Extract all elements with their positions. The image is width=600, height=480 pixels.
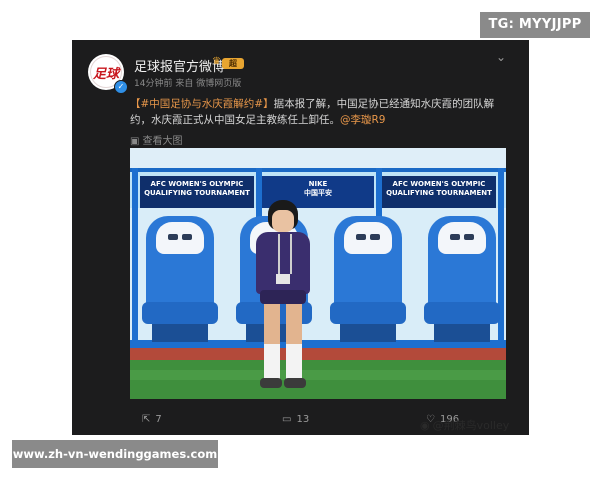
avatar-logo-text: 足球 xyxy=(92,67,119,82)
stand-roof xyxy=(130,148,506,168)
running-track xyxy=(130,348,506,360)
bench-seat xyxy=(326,216,410,344)
stand-beam xyxy=(130,168,506,172)
post-body-line1: 据本报了解，中国足协已经通知水庆霞的团队解 xyxy=(273,98,495,110)
seated-coach-figure xyxy=(248,200,318,399)
banner-center-line1: NIKE xyxy=(308,180,328,188)
post-body: 【#中国足协与水庆霞解约#】据本报了解，中国足协已经通知水庆霞的团队解 约，水庆… xyxy=(130,96,520,128)
weibo-post-card: 足球 ✓ 足球报官方微博 ♛ 超 14分钟前 来自 微博网页版 ⌄ 【#中国足协… xyxy=(72,40,529,435)
telegram-watermark: TG: MYYJJPP xyxy=(480,12,590,38)
mention-link[interactable]: @李璇R9 xyxy=(340,114,385,126)
banner-left: AFC WOMEN'S OLYMPIC QUALIFYING TOURNAMEN… xyxy=(140,176,254,208)
weibo-logo-icon: ◉ xyxy=(420,419,430,432)
pitch-stripe xyxy=(130,370,506,380)
site-watermark: www.zh-vn-wendinggames.com xyxy=(12,440,218,468)
author-watermark: ◉ @荆棘鸟volley xyxy=(420,417,509,433)
banner-left-line2: QUALIFYING TOURNAMENT xyxy=(144,189,250,197)
banner-right-line1: AFC WOMEN'S OLYMPIC xyxy=(392,180,486,188)
repost-button[interactable]: ⇱ 7 xyxy=(142,414,162,425)
post-meta: 14分钟前 来自 微博网页版 xyxy=(134,76,241,89)
vip-badge: 超 xyxy=(222,58,244,69)
view-big-image-link[interactable]: ▣ 查看大图 xyxy=(130,132,182,147)
view-big-image-label: 查看大图 xyxy=(142,136,183,147)
post-source: 来自 微博网页版 xyxy=(175,79,242,89)
banner-right: AFC WOMEN'S OLYMPIC QUALIFYING TOURNAMEN… xyxy=(382,176,496,208)
crown-icon: ♛ xyxy=(212,56,221,67)
chevron-down-icon[interactable]: ⌄ xyxy=(496,50,506,64)
verified-icon: ✓ xyxy=(114,80,128,94)
comment-icon: ▭ xyxy=(282,414,292,425)
comment-button[interactable]: ▭ 13 xyxy=(282,414,309,425)
bench-seat xyxy=(138,216,222,344)
hashtag-link[interactable]: 【#中国足协与水庆霞解约#】 xyxy=(130,98,274,110)
author-watermark-text: @荆棘鸟volley xyxy=(432,419,510,432)
repost-icon: ⇱ xyxy=(142,414,151,425)
bench-seat xyxy=(420,216,504,344)
post-timestamp[interactable]: 14分钟前 xyxy=(134,79,172,89)
comment-count: 13 xyxy=(296,414,310,425)
post-body-line2: 约，水庆霞正式从中国女足主教练任上卸任。 xyxy=(130,114,340,126)
banner-center-line2: 中国平安 xyxy=(304,189,332,197)
banner-left-line1: AFC WOMEN'S OLYMPIC xyxy=(150,180,244,188)
repost-count: 7 xyxy=(155,414,162,425)
banner-right-line2: QUALIFYING TOURNAMENT xyxy=(386,189,492,197)
post-photo[interactable]: AFC WOMEN'S OLYMPIC QUALIFYING TOURNAMEN… xyxy=(130,148,506,399)
image-icon: ▣ xyxy=(130,136,140,147)
